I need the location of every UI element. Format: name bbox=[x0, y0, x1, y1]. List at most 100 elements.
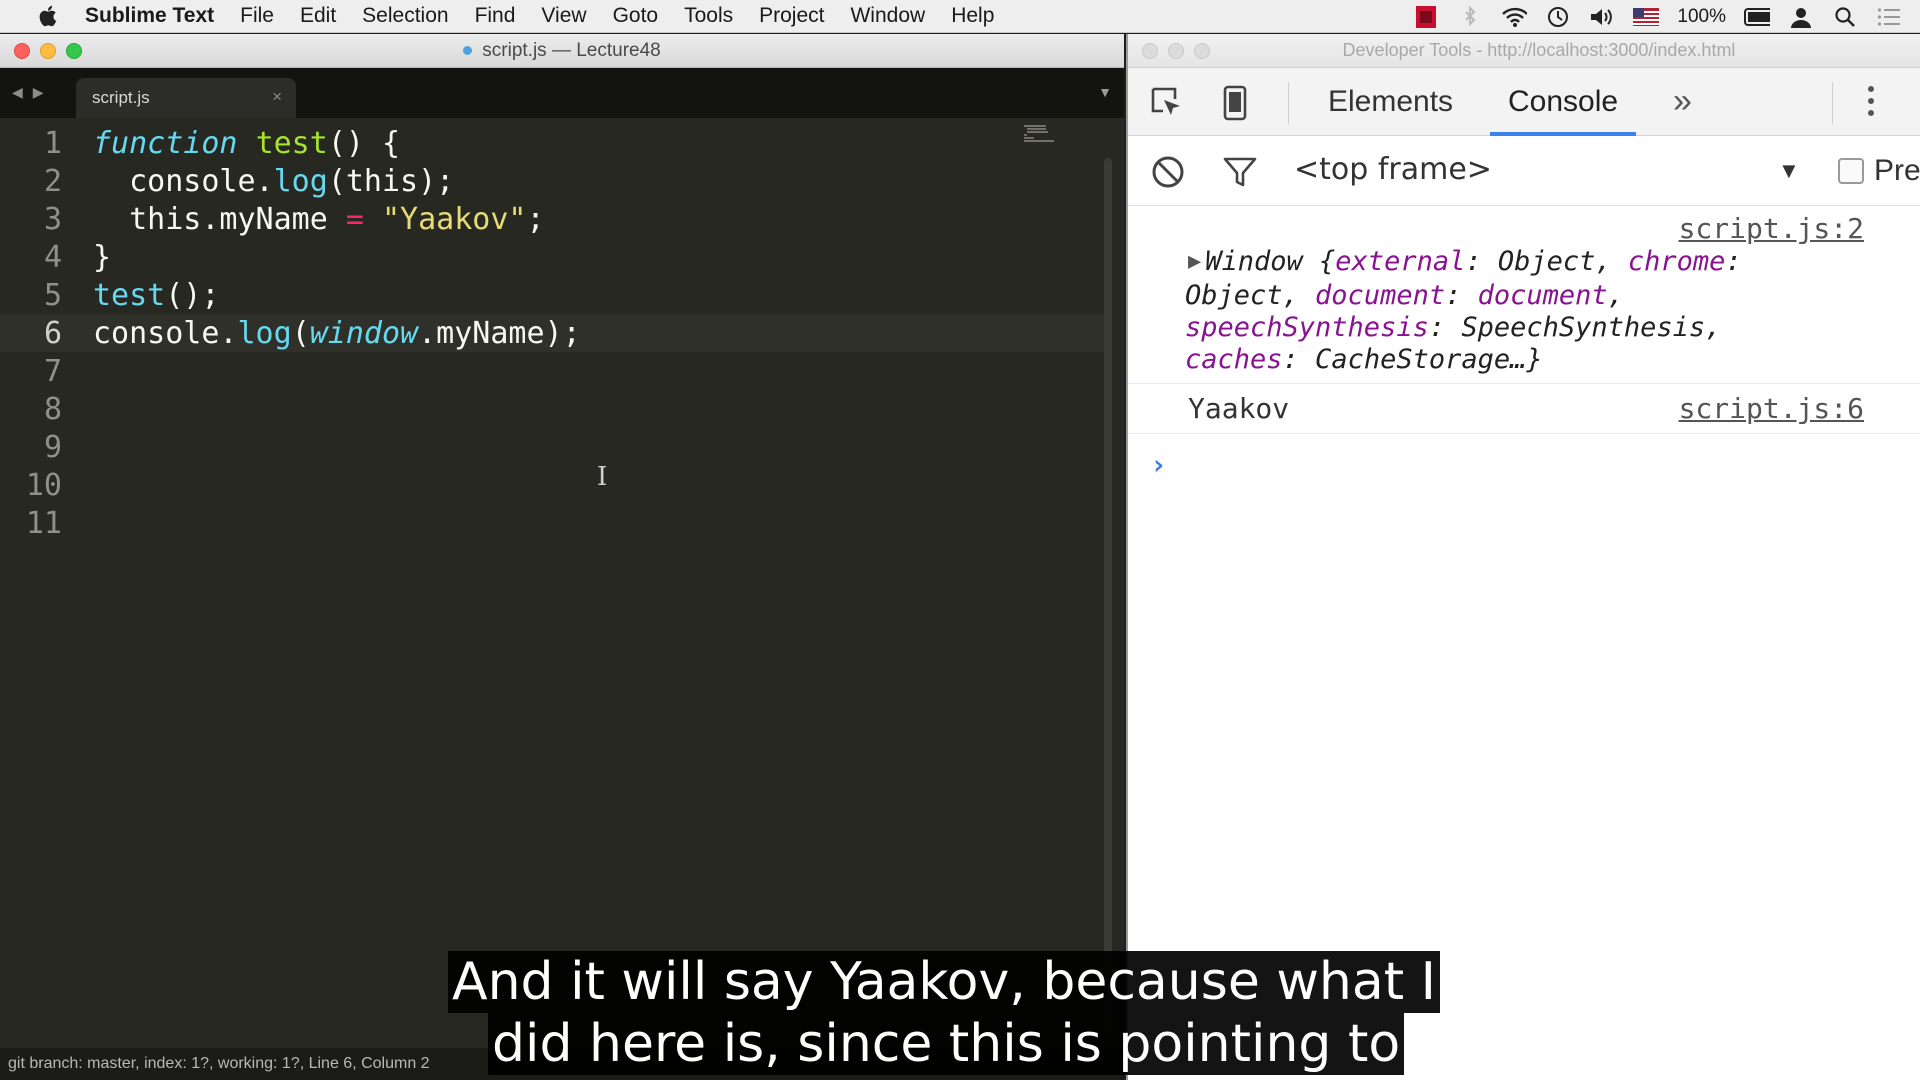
line-number: 7 bbox=[43, 353, 62, 389]
menu-edit[interactable]: Edit bbox=[300, 4, 336, 28]
code-text: console.log(window.myName); bbox=[93, 315, 581, 351]
code-line[interactable]: 9 bbox=[0, 428, 1110, 466]
code-line[interactable]: 1 function test() { bbox=[0, 124, 1110, 162]
devtools-minimize-button[interactable] bbox=[1168, 43, 1184, 59]
line-number: 2 bbox=[43, 163, 62, 199]
menu-app-name[interactable]: Sublime Text bbox=[85, 4, 214, 28]
line-number: 9 bbox=[43, 429, 62, 465]
code-line[interactable]: 4 } bbox=[0, 238, 1110, 276]
zoom-window-button[interactable] bbox=[66, 43, 82, 59]
log-output-text: Yaakov bbox=[1188, 392, 1290, 425]
code-editor[interactable]: 1 function test() { 2 console.log(this);… bbox=[0, 118, 1124, 1048]
filter-icon[interactable] bbox=[1222, 154, 1258, 195]
code-line-active[interactable]: 6 console.log(window.myName); bbox=[0, 314, 1110, 352]
battery-percent: 100% bbox=[1677, 5, 1726, 27]
text-cursor-icon: I bbox=[597, 462, 608, 492]
user-icon[interactable] bbox=[1788, 6, 1814, 28]
menu-tools[interactable]: Tools bbox=[684, 4, 733, 28]
menu-selection[interactable]: Selection bbox=[362, 4, 448, 28]
subtitle-line-2: did here is, since this is pointing to bbox=[488, 1013, 1405, 1075]
toolbar-divider bbox=[1832, 82, 1833, 124]
code-line[interactable]: 3 this.myName = "Yaakov"; bbox=[0, 200, 1110, 238]
tab-navigation: ◀ ▶ bbox=[12, 84, 44, 101]
menu-project[interactable]: Project bbox=[759, 4, 824, 28]
minimap[interactable] bbox=[1024, 124, 1064, 142]
apple-icon[interactable] bbox=[30, 5, 63, 27]
sublime-titlebar[interactable]: script.js — Lecture48 bbox=[0, 34, 1124, 68]
code-text: } bbox=[93, 239, 112, 275]
tab-dropdown-icon[interactable]: ▼ bbox=[1098, 84, 1112, 100]
battery-icon[interactable] bbox=[1744, 6, 1770, 28]
clear-console-icon[interactable] bbox=[1150, 154, 1186, 195]
console-prompt[interactable]: › bbox=[1128, 434, 1920, 494]
wifi-icon[interactable] bbox=[1501, 6, 1528, 28]
editor-scrollbar[interactable] bbox=[1104, 158, 1112, 1038]
tab-label: script.js bbox=[92, 88, 150, 107]
devtools-window-title: Developer Tools - http://localhost:3000/… bbox=[1342, 40, 1736, 60]
minimize-window-button[interactable] bbox=[40, 43, 56, 59]
devtools-toolbar: Elements Console » bbox=[1128, 68, 1920, 136]
console-output[interactable]: script.js:2 ▶ Window {external: Object, c… bbox=[1128, 206, 1920, 494]
code-line[interactable]: 8 bbox=[0, 390, 1110, 428]
source-link[interactable]: script.js:6 bbox=[1679, 392, 1864, 425]
expand-triangle-icon[interactable]: ▶ bbox=[1188, 249, 1201, 274]
frame-dropdown-icon[interactable]: ▼ bbox=[1778, 158, 1800, 184]
tab-console[interactable]: Console bbox=[1490, 68, 1637, 136]
frame-selector[interactable]: <top frame> bbox=[1294, 152, 1492, 187]
code-line[interactable]: 10 bbox=[0, 466, 1110, 504]
device-toolbar-icon[interactable] bbox=[1216, 84, 1254, 122]
code-line[interactable]: 5 test(); bbox=[0, 276, 1110, 314]
console-toolbar: <top frame> ▼ Pre bbox=[1128, 136, 1920, 206]
devtools-titlebar[interactable]: Developer Tools - http://localhost:3000/… bbox=[1128, 34, 1920, 68]
devtools-window: Developer Tools - http://localhost:3000/… bbox=[1126, 34, 1920, 1080]
line-number: 5 bbox=[43, 277, 62, 313]
code-line[interactable]: 7 bbox=[0, 352, 1110, 390]
tab-prev-icon[interactable]: ◀ bbox=[12, 84, 23, 101]
us-flag-icon[interactable] bbox=[1633, 6, 1660, 28]
unsaved-dot-icon bbox=[463, 46, 473, 55]
menu-goto[interactable]: Goto bbox=[613, 4, 659, 28]
time-machine-icon[interactable] bbox=[1545, 6, 1571, 28]
code-line[interactable]: 11 bbox=[0, 504, 1110, 542]
menu-window[interactable]: Window bbox=[850, 4, 925, 28]
devtools-close-button[interactable] bbox=[1142, 43, 1158, 59]
line-number: 11 bbox=[25, 505, 62, 541]
inspect-element-icon[interactable] bbox=[1148, 84, 1186, 122]
console-message[interactable]: Yaakov script.js:6 bbox=[1128, 384, 1920, 434]
more-options-icon[interactable] bbox=[1868, 86, 1874, 116]
preserve-log-checkbox[interactable]: Pre bbox=[1838, 154, 1920, 188]
devtools-zoom-button[interactable] bbox=[1194, 43, 1210, 59]
more-tabs-icon[interactable]: » bbox=[1673, 82, 1692, 121]
menu-view[interactable]: View bbox=[541, 4, 586, 28]
console-message[interactable]: script.js:2 ▶ Window {external: Object, c… bbox=[1128, 206, 1920, 384]
bluetooth-icon[interactable] bbox=[1457, 5, 1483, 28]
line-number: 8 bbox=[43, 391, 62, 427]
menu-file[interactable]: File bbox=[240, 4, 274, 28]
line-number: 6 bbox=[43, 315, 62, 351]
code-line[interactable]: 2 console.log(this); bbox=[0, 162, 1110, 200]
tab-elements[interactable]: Elements bbox=[1310, 68, 1471, 136]
code-text: function test() { bbox=[93, 125, 401, 161]
tab-close-icon[interactable]: × bbox=[272, 87, 282, 107]
volume-icon[interactable] bbox=[1589, 6, 1615, 28]
line-number: 4 bbox=[43, 239, 62, 275]
code-text: this.myName = "Yaakov"; bbox=[93, 201, 545, 237]
prompt-chevron-icon: › bbox=[1150, 448, 1167, 481]
tab-script-js[interactable]: script.js × bbox=[76, 78, 296, 118]
menu-help[interactable]: Help bbox=[951, 4, 994, 28]
menu-find[interactable]: Find bbox=[475, 4, 516, 28]
code-text: console.log(this); bbox=[93, 163, 455, 199]
notification-center-icon[interactable] bbox=[1876, 6, 1902, 28]
devtools-window-controls bbox=[1142, 43, 1210, 59]
menu-bar: Sublime Text File Edit Selection Find Vi… bbox=[0, 0, 1920, 33]
line-number: 3 bbox=[43, 201, 62, 237]
spotlight-search-icon[interactable] bbox=[1832, 6, 1858, 28]
close-window-button[interactable] bbox=[14, 43, 30, 59]
checkbox-icon[interactable] bbox=[1838, 158, 1864, 184]
tab-next-icon[interactable]: ▶ bbox=[33, 84, 44, 101]
source-link[interactable]: script.js:2 bbox=[1679, 212, 1864, 245]
record-icon[interactable] bbox=[1413, 5, 1439, 28]
line-number: 10 bbox=[25, 467, 62, 503]
code-text: test(); bbox=[93, 277, 220, 313]
window-controls bbox=[14, 43, 82, 59]
